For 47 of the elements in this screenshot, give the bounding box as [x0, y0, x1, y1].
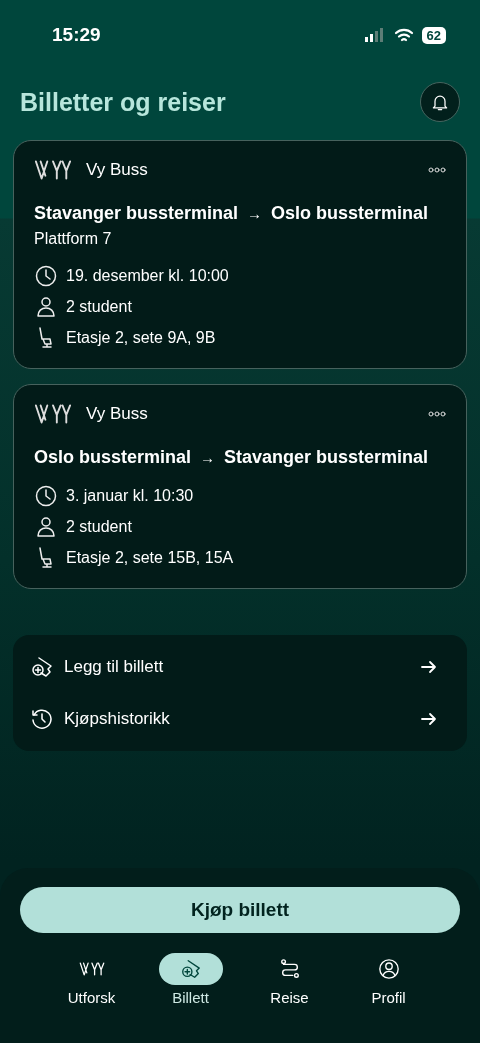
ticket-plus-icon	[30, 655, 54, 679]
ticket-card[interactable]: Vy Buss Oslo bussterminal → Stavanger bussterminal 3. januar kl. 10:30 2 student Etasje 2, sete 15B, 15A	[13, 384, 467, 589]
operator-name: Vy Buss	[86, 160, 149, 180]
wifi-icon	[393, 27, 414, 43]
battery-indicator: 62	[421, 26, 446, 44]
operator-name: Vy Buss	[86, 404, 149, 424]
detail-text: 2 student	[66, 298, 132, 316]
route-arrow: →	[200, 449, 216, 466]
detail-text: Etasje 2, sete 15B, 15A	[66, 549, 234, 567]
tab-label[interactable]: Reise	[270, 989, 309, 1006]
buy-ticket-button[interactable]: Kjøp billett	[20, 887, 460, 933]
vy-logo-icon	[78, 961, 105, 977]
history-icon	[30, 707, 54, 731]
detail-text: 3. januar kl. 10:30	[66, 487, 194, 505]
clock-time: 15:29	[52, 24, 101, 46]
detail-text: 19. desember kl. 10:00	[66, 267, 229, 285]
tab-label[interactable]: Billett	[172, 989, 209, 1006]
page-title: Billetter og reiser	[20, 87, 226, 117]
departure-stop: Stavanger bussterminal	[34, 203, 239, 224]
arrival-stop: Stavanger bussterminal	[224, 447, 429, 468]
route-arrow: →	[247, 205, 263, 222]
detail-text: 2 student	[66, 518, 132, 536]
menu-link[interactable]: Kjøpshistorikk	[64, 709, 411, 729]
clock-icon	[34, 484, 58, 508]
departure-stop: Oslo bussterminal	[34, 447, 192, 468]
platform-label: Plattform 7	[34, 230, 113, 248]
ticket-plus-icon	[179, 958, 202, 980]
route-icon	[278, 958, 301, 980]
menu-link[interactable]: Legg til billett	[64, 657, 411, 677]
ticket-card[interactable]: Vy Buss Stavanger bussterminal → Oslo bussterminal Plattform 7 19. desember kl. 10:00 2 student Etasje 2, sete 9A, 9B	[13, 140, 467, 369]
more-icon[interactable]	[428, 167, 446, 173]
arrival-stop: Oslo bussterminal	[271, 203, 429, 224]
signal-icon	[363, 28, 386, 42]
notifications-button[interactable]	[420, 82, 460, 122]
vy-logo-icon	[34, 403, 72, 425]
clock-icon	[34, 264, 58, 288]
tab-label[interactable]: Profil	[371, 989, 406, 1006]
vy-logo-icon	[34, 159, 72, 181]
arrow-right-icon[interactable]	[421, 712, 437, 726]
selected-tab-pill[interactable]	[158, 953, 223, 985]
profile-icon	[377, 958, 400, 980]
tab-label[interactable]: Utforsk	[67, 989, 116, 1006]
detail-text: Etasje 2, sete 9A, 9B	[66, 329, 216, 347]
arrow-right-icon[interactable]	[421, 660, 437, 674]
more-icon[interactable]	[428, 411, 446, 417]
person-icon	[34, 295, 58, 319]
person-icon	[34, 515, 58, 539]
